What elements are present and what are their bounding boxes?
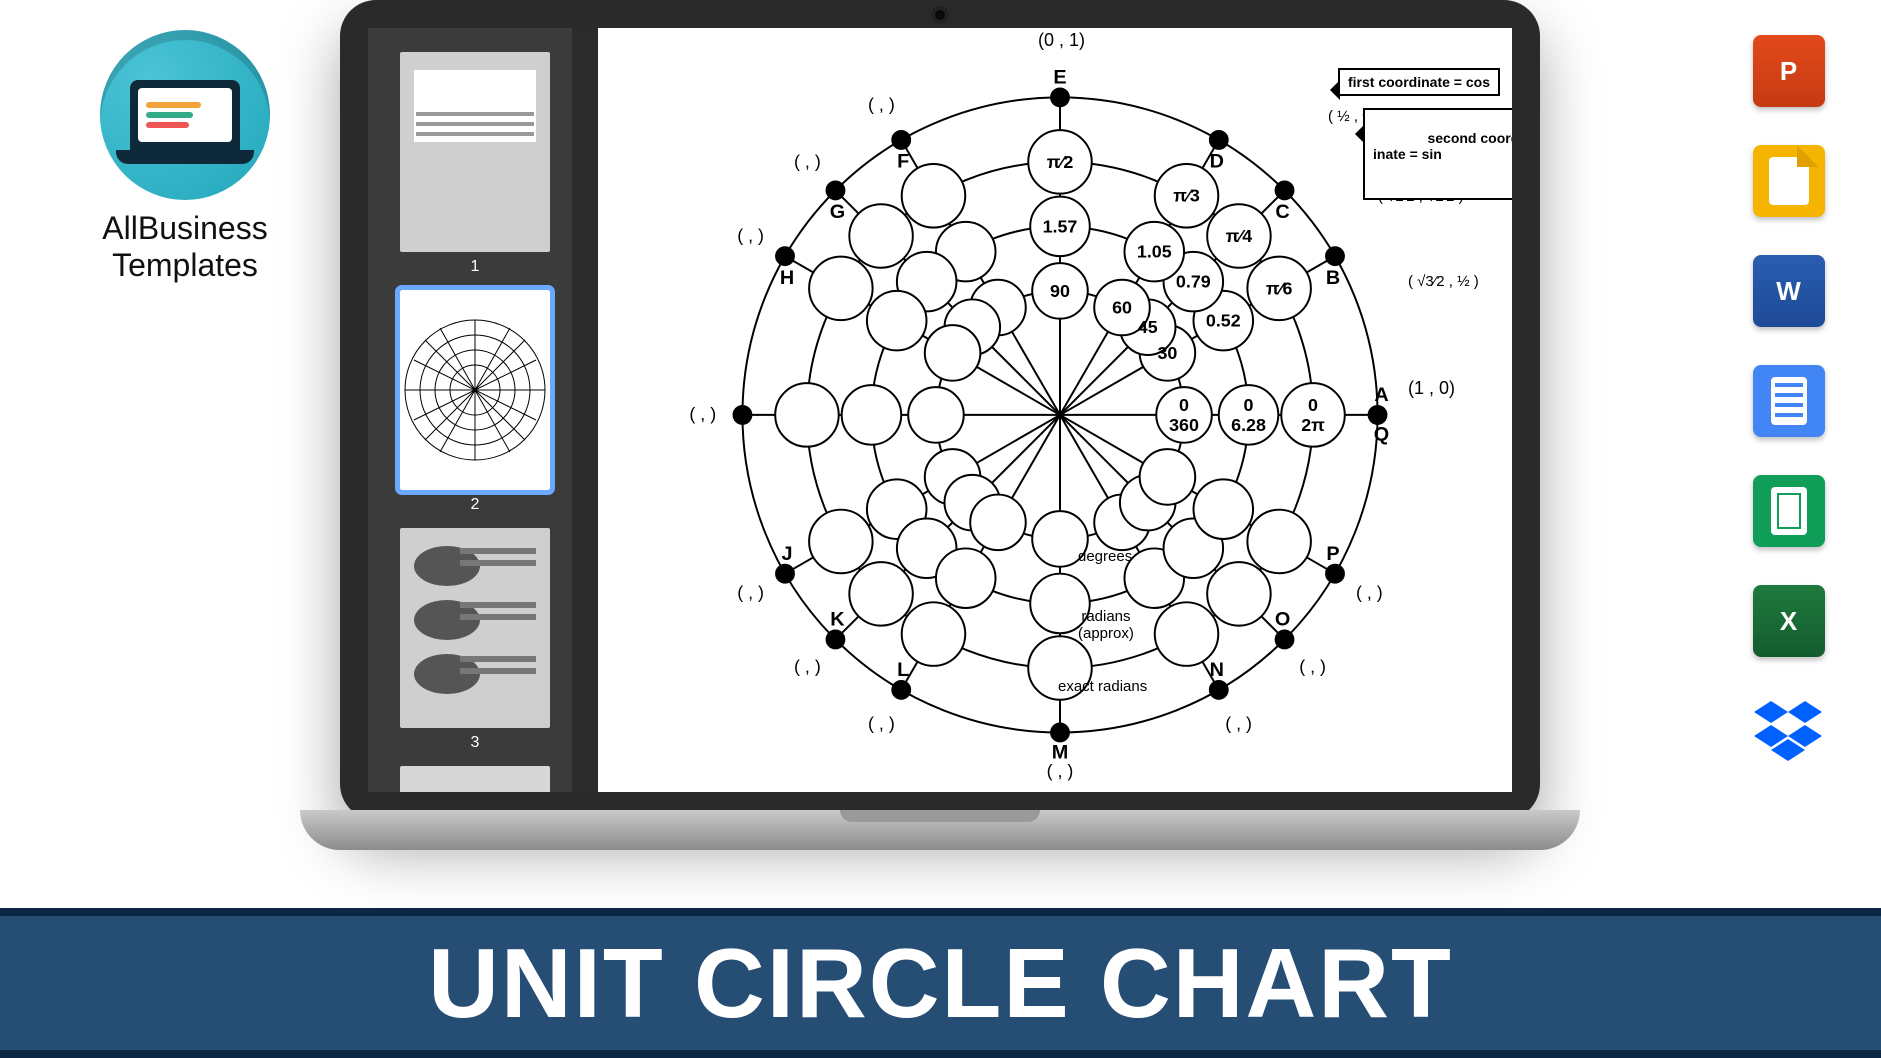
svg-text:0: 0: [1244, 395, 1254, 415]
svg-text:π⁄6: π⁄6: [1266, 278, 1293, 298]
google-slides-icon[interactable]: [1753, 145, 1825, 217]
svg-text:0: 0: [1308, 395, 1318, 415]
laptop-base: [300, 810, 1580, 850]
brand-name: AllBusiness Templates: [75, 210, 295, 284]
svg-text:J: J: [781, 543, 792, 565]
svg-text:2π: 2π: [1301, 415, 1325, 435]
svg-text:1.57: 1.57: [1043, 216, 1078, 236]
export-apps-column: P W X: [1741, 35, 1836, 767]
svg-text:I: I: [736, 404, 742, 426]
camera-icon: [935, 10, 945, 20]
note-sin: second coord- inate = sin: [1363, 108, 1512, 200]
brand-badge: [100, 30, 270, 200]
svg-text:( , ): ( , ): [1299, 656, 1326, 676]
svg-text:A: A: [1374, 384, 1388, 406]
svg-text:C: C: [1275, 201, 1289, 223]
laptop-bezel: 1 2 3: [340, 0, 1540, 820]
svg-text:( , ): ( , ): [1047, 761, 1074, 781]
svg-text:π⁄4: π⁄4: [1226, 226, 1253, 246]
laptop-screen: 1 2 3: [368, 28, 1512, 792]
coord-right: (1 , 0): [1408, 378, 1455, 399]
svg-text:45: 45: [1138, 317, 1158, 337]
svg-text:( , ): ( , ): [794, 151, 821, 171]
svg-text:0: 0: [1179, 395, 1189, 415]
svg-text:1.05: 1.05: [1137, 242, 1172, 262]
thumbnail-2-preview: [400, 290, 550, 490]
svg-text:D: D: [1210, 151, 1224, 173]
svg-text:( , ): ( , ): [1356, 583, 1383, 603]
thumbnail-rail[interactable]: 1 2 3: [368, 28, 598, 792]
svg-text:M: M: [1052, 741, 1069, 763]
brand-line1: AllBusiness: [102, 210, 267, 246]
powerpoint-icon[interactable]: P: [1753, 35, 1825, 107]
svg-text:( , ): ( , ): [737, 583, 764, 603]
svg-text:N: N: [1210, 659, 1224, 681]
svg-text:0.79: 0.79: [1176, 272, 1211, 292]
ring-label-degrees: degrees: [1078, 548, 1132, 565]
note-cos: first coordinate = cos: [1338, 68, 1500, 96]
svg-text:H: H: [780, 267, 794, 289]
svg-text:O: O: [1275, 609, 1290, 631]
svg-text:E: E: [1053, 66, 1066, 88]
svg-text:( , ): ( , ): [737, 225, 764, 245]
svg-text:L: L: [897, 659, 909, 681]
brand-laptop-icon: [130, 80, 240, 150]
thumbnail-2[interactable]: [400, 290, 550, 490]
word-icon[interactable]: W: [1753, 255, 1825, 327]
title-banner: UNIT CIRCLE CHART: [0, 908, 1881, 1058]
google-sheets-icon[interactable]: [1753, 475, 1825, 547]
thumbnail-1-number: 1: [382, 258, 568, 276]
svg-text:P: P: [1326, 543, 1339, 565]
ring-label-rad-exact: exact radians: [1058, 678, 1147, 695]
rail-scrollbar[interactable]: [572, 28, 598, 792]
svg-text:( , ): ( , ): [1225, 713, 1252, 733]
svg-text:K: K: [830, 609, 845, 631]
page-canvas[interactable]: A B C D E F ( , ) G ( , ) H ( , ) I ( , ) J ( , ) K ( , …: [598, 28, 1512, 792]
excel-icon[interactable]: X: [1753, 585, 1825, 657]
svg-text:30: 30: [1157, 343, 1177, 363]
coord-top: (0 , 1): [1038, 30, 1085, 51]
laptop-mockup: 1 2 3: [300, 0, 1580, 880]
thumbnail-3[interactable]: [400, 528, 550, 728]
svg-text:π⁄3: π⁄3: [1173, 186, 1200, 206]
svg-text:6.28: 6.28: [1231, 415, 1266, 435]
svg-text:( , ): ( , ): [794, 656, 821, 676]
thumbnail-1[interactable]: [400, 52, 550, 252]
banner-title: UNIT CIRCLE CHART: [428, 934, 1453, 1032]
svg-text:F: F: [897, 151, 909, 173]
svg-text:G: G: [830, 201, 845, 223]
coord-B: ( √3⁄2 , ½ ): [1408, 273, 1479, 290]
thumbnail-4[interactable]: [400, 766, 550, 792]
svg-text:( , ): ( , ): [689, 404, 716, 424]
svg-text:( , ): ( , ): [868, 713, 895, 733]
svg-text:( , ): ( , ): [868, 95, 895, 115]
dropbox-icon[interactable]: [1753, 695, 1825, 767]
svg-text:π⁄2: π⁄2: [1047, 152, 1074, 172]
svg-text:0.52: 0.52: [1206, 311, 1241, 331]
svg-text:360: 360: [1169, 415, 1199, 435]
brand-line2: Templates: [112, 247, 258, 283]
svg-text:90: 90: [1050, 281, 1070, 301]
thumbnail-2-number: 2: [382, 496, 568, 514]
svg-text:Q: Q: [1374, 424, 1389, 446]
svg-text:60: 60: [1112, 297, 1132, 317]
svg-text:B: B: [1326, 267, 1340, 289]
google-docs-icon[interactable]: [1753, 365, 1825, 437]
ring-label-rad-approx: radians (approx): [1078, 608, 1134, 642]
thumbnail-3-number: 3: [382, 734, 568, 752]
brand-block: AllBusiness Templates: [75, 30, 295, 284]
unit-circle-diagram: A B C D E F ( , ) G ( , ) H ( , ) I ( , ) J ( , ) K ( , …: [608, 28, 1512, 792]
